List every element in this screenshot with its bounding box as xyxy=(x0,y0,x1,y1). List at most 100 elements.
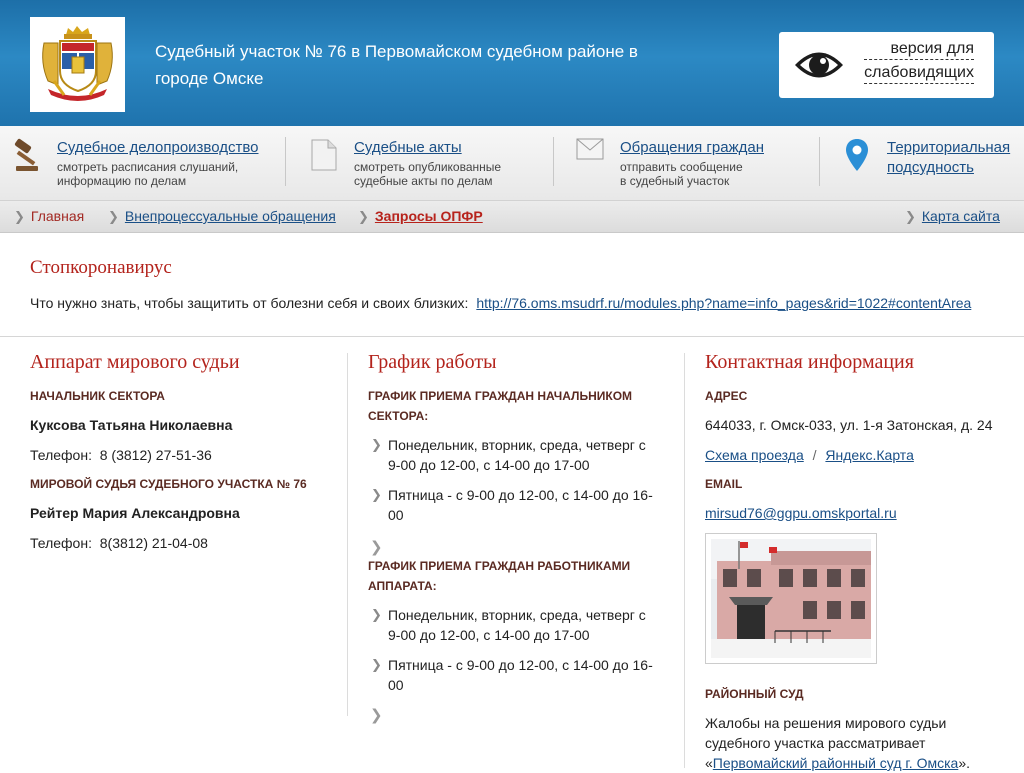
staff-schedule-label: ГРАФИК ПРИЕМА ГРАЖДАН РАБОТНИКАМИ АППАРА… xyxy=(368,556,630,596)
low-vision-label: версия для слабовидящих xyxy=(864,38,974,86)
chevron-right-icon: ❯ xyxy=(371,607,382,622)
list-item-line: Понедельник, вторник, среда, четверг с xyxy=(388,607,646,623)
gavel-icon xyxy=(14,138,38,171)
list-item-line: 9-00 до 12-00, с 14-00 до 17-00 xyxy=(388,457,590,473)
list-item: ❯ Пятница - с 9-00 до 12-00, с 14-00 до … xyxy=(368,655,653,695)
list-item-line: Пятница - с 9-00 до 12-00, с 14-00 до 16… xyxy=(388,487,653,503)
quick-link-court-acts-desc: смотреть опубликованные судебные акты по… xyxy=(354,160,501,188)
email-link[interactable]: mirsud76@ggpu.omskportal.ru xyxy=(705,505,897,521)
judge-phone: Телефон: 8(3812) 21-04-08 xyxy=(30,535,208,551)
district-court-link[interactable]: Первомайский районный суд г. Омска xyxy=(713,755,959,771)
sitemap-link[interactable]: Карта сайта xyxy=(922,208,1000,224)
desc-line: в судебный участок xyxy=(620,174,730,188)
chevron-right-icon: ❯ xyxy=(905,209,916,224)
quick-link-jurisdiction[interactable]: Территориальная подсудность xyxy=(845,136,1020,191)
label-line: Территориальная xyxy=(887,139,1011,156)
breadcrumb-link-current[interactable]: Запросы ОПФР xyxy=(375,208,483,224)
notice-link[interactable]: http://76.oms.msudrf.ru/modules.php?name… xyxy=(476,295,971,311)
yandex-map-link[interactable]: Яндекс.Карта xyxy=(825,447,913,463)
sector-head-phone: Телефон: 8 (3812) 27-51-36 xyxy=(30,447,212,463)
breadcrumb-link-appeals[interactable]: Внепроцессуальные обращения xyxy=(125,208,336,224)
label-line: АППАРАТА: xyxy=(368,579,437,593)
label-line: СЕКТОРА: xyxy=(368,409,429,423)
label-line: ГРАФИК ПРИЕМА ГРАЖДАН НАЧАЛЬНИКОМ xyxy=(368,389,633,403)
contacts-title: Контактная информация xyxy=(705,351,914,373)
chevron-right-icon: ❯ xyxy=(371,487,382,502)
site-title: Судебный участок № 76 в Первомайском суд… xyxy=(155,42,638,88)
label-line: ГРАФИК ПРИЕМА ГРАЖДАН РАБОТНИКАМИ xyxy=(368,559,631,573)
list-item: ❯ Понедельник, вторник, среда, четверг с… xyxy=(368,435,646,475)
sector-head-label: НАЧАЛЬНИК СЕКТОРА xyxy=(30,389,165,403)
breadcrumb-link-home[interactable]: Главная xyxy=(31,208,84,224)
quick-link-citizen-appeals[interactable]: Обращения граждан отправить сообщение в … xyxy=(576,136,806,191)
list-item-line: 00 xyxy=(388,507,404,523)
chevron-right-icon: ❯ xyxy=(370,707,383,724)
sector-head-name: Куксова Татьяна Николаевна xyxy=(30,417,233,433)
email-row: mirsud76@ggpu.omskportal.ru xyxy=(705,503,897,523)
chevron-right-icon: ❯ xyxy=(358,209,369,224)
email-label: EMAIL xyxy=(705,477,743,491)
label-line: подсудность xyxy=(887,159,974,176)
low-vision-label-line1: версия для xyxy=(864,38,974,60)
envelope-icon xyxy=(576,138,604,160)
head-schedule-label: ГРАФИК ПРИЕМА ГРАЖДАН НАЧАЛЬНИКОМ СЕКТОР… xyxy=(368,386,632,426)
route-scheme-link[interactable]: Схема проезда xyxy=(705,447,804,463)
omsk-emblem-icon xyxy=(42,26,113,101)
court-building-photo[interactable] xyxy=(705,533,877,664)
divider xyxy=(0,336,1024,337)
divider xyxy=(285,137,286,186)
breadcrumb-item-appeals: ❯ Внепроцессуальные обращения xyxy=(108,208,336,225)
quick-link-citizen-appeals-label[interactable]: Обращения граждан xyxy=(620,138,764,158)
list-item-line: 9-00 до 12-00, с 14-00 до 17-00 xyxy=(388,627,590,643)
desc-line: смотреть опубликованные xyxy=(354,160,502,174)
breadcrumb-item-current: ❯ Запросы ОПФР xyxy=(358,208,483,225)
quick-link-court-records[interactable]: Судебное делопроизводство смотреть распи… xyxy=(12,136,282,191)
desc-line: судебные акты по делам xyxy=(354,174,493,188)
judge-name: Рейтер Мария Александровна xyxy=(30,505,240,521)
notice-body: Что нужно знать, чтобы защитить от болез… xyxy=(30,295,469,311)
list-item: ❯ Пятница - с 9-00 до 12-00, с 14-00 до … xyxy=(368,485,653,525)
breadcrumb: ❯ Главная ❯ Внепроцессуальные обращения ❯ З… xyxy=(0,201,1024,233)
list-item-line: Понедельник, вторник, среда, четверг с xyxy=(388,437,646,453)
quick-link-court-acts-label[interactable]: Судебные акты xyxy=(354,138,462,158)
coat-of-arms-logo[interactable] xyxy=(30,17,125,112)
map-pin-icon xyxy=(846,139,868,171)
column-divider xyxy=(684,353,685,768)
notice-title: Стопкоронавирус xyxy=(30,257,172,278)
district-court-label: РАЙОННЫЙ СУД xyxy=(705,687,804,701)
quick-link-jurisdiction-label[interactable]: Территориальная подсудность xyxy=(887,138,1010,178)
court-text-line: судебного участка рассматривает xyxy=(705,735,926,751)
quick-link-citizen-appeals-desc: отправить сообщение в судебный участок xyxy=(620,160,743,188)
breadcrumb-item-home: ❯ Главная xyxy=(14,208,84,225)
chevron-right-icon: ❯ xyxy=(14,209,25,224)
column-divider xyxy=(347,353,348,716)
quick-link-court-records-label[interactable]: Судебное делопроизводство xyxy=(57,138,259,158)
address-text: 644033, г. Омск-033, ул. 1-я Затонская, … xyxy=(705,417,993,433)
court-text-line: «Первомайский районный суд г. Омска». xyxy=(705,753,1005,773)
document-icon xyxy=(311,139,337,171)
quick-links-bar: Судебное делопроизводство смотреть распи… xyxy=(0,126,1024,201)
notice-text: Что нужно знать, чтобы защитить от болез… xyxy=(30,295,971,311)
divider xyxy=(553,137,554,186)
desc-line: смотреть расписания слушаний, xyxy=(57,160,239,174)
desc-line: отправить сообщение xyxy=(620,160,743,174)
quote-close: ». xyxy=(958,755,970,771)
site-header: Судебный участок № 76 в Первомайском суд… xyxy=(0,0,1024,126)
judge-label: МИРОВОЙ СУДЬЯ СУДЕБНОГО УЧАСТКА № 76 xyxy=(30,477,307,491)
chevron-right-icon: ❯ xyxy=(371,437,382,452)
quick-link-court-acts[interactable]: Судебные акты смотреть опубликованные су… xyxy=(310,136,540,191)
apparatus-title: Аппарат мирового судьи xyxy=(30,351,240,373)
link-separator: / xyxy=(812,447,817,463)
eye-icon xyxy=(795,52,843,78)
list-item-line: Пятница - с 9-00 до 12-00, с 14-00 до 16… xyxy=(388,657,653,673)
quick-link-court-records-desc: смотреть расписания слушаний, информацию… xyxy=(57,160,238,188)
desc-line: информацию по делам xyxy=(57,174,187,188)
divider xyxy=(819,137,820,186)
chevron-right-icon: ❯ xyxy=(108,209,119,224)
chevron-right-icon: ❯ xyxy=(371,657,382,672)
low-vision-version-button[interactable]: версия для слабовидящих xyxy=(779,32,994,98)
low-vision-label-line2: слабовидящих xyxy=(864,62,974,84)
chevron-right-icon: ❯ xyxy=(370,539,383,556)
schedule-title: График работы xyxy=(368,351,497,373)
map-links: Схема проезда / Яндекс.Карта xyxy=(705,445,914,465)
